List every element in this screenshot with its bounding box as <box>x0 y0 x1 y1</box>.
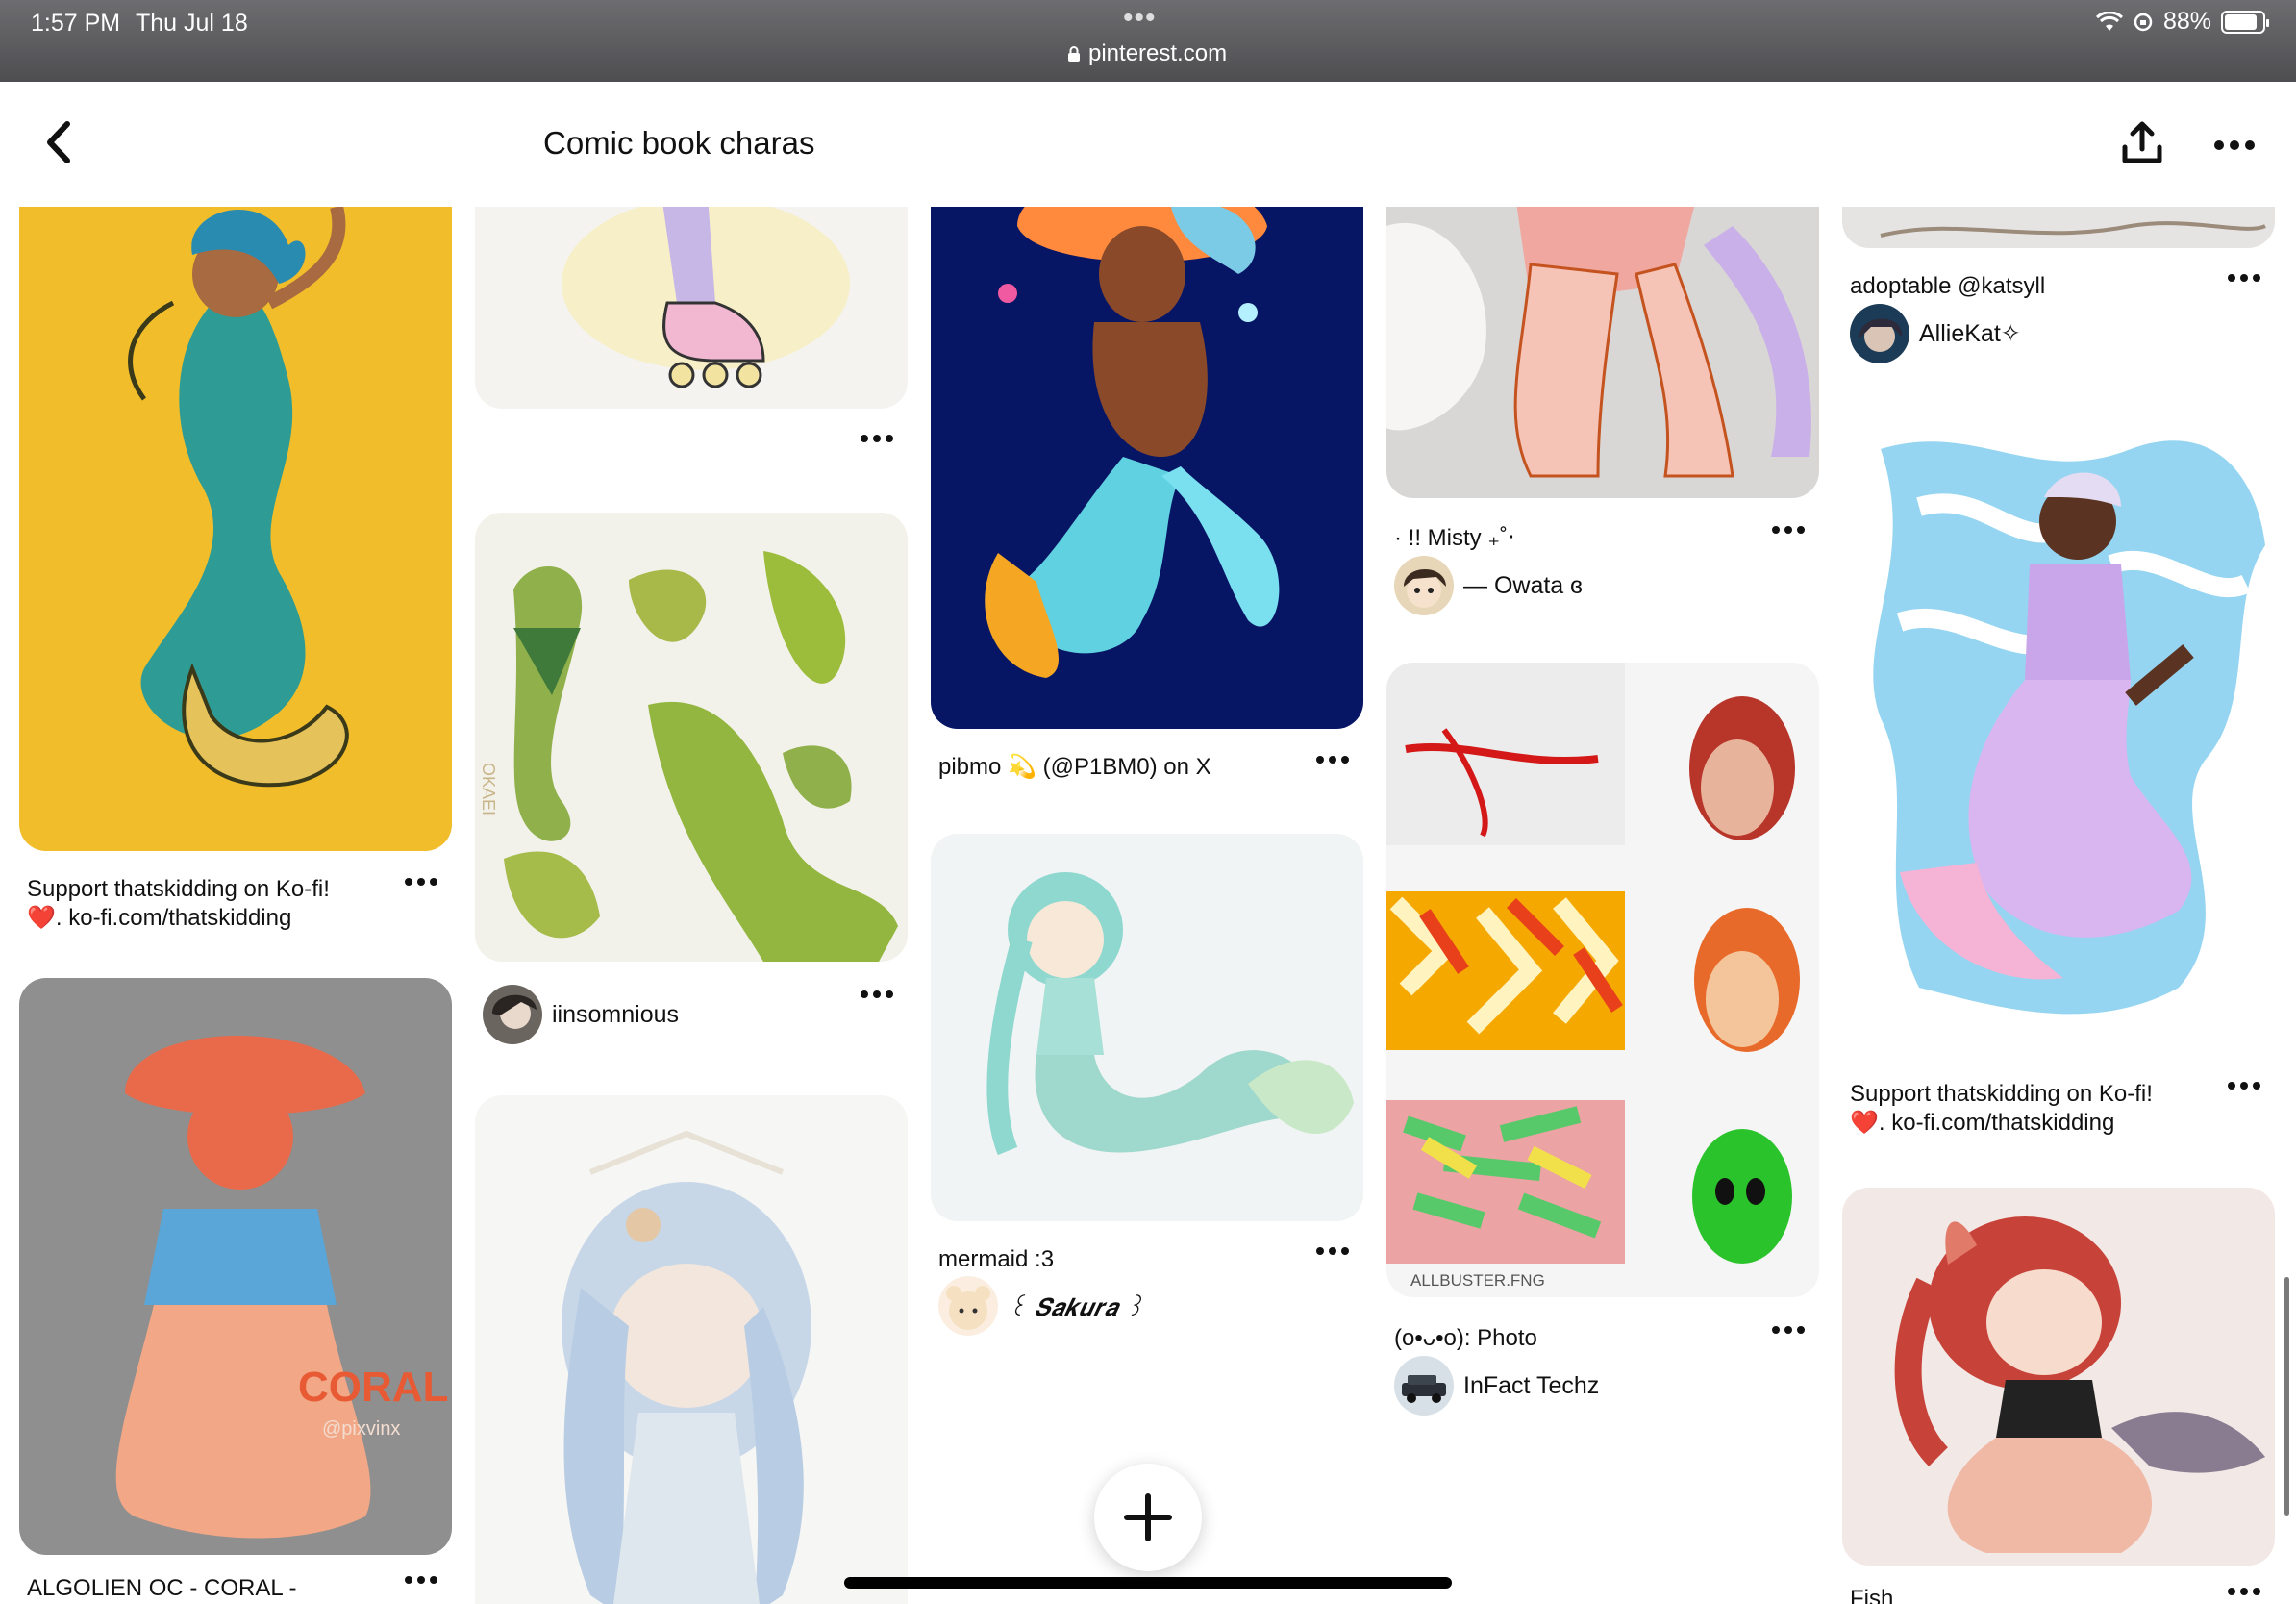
pin-title[interactable]: mermaid :3 <box>938 1245 1313 1274</box>
pin-more-icon[interactable] <box>2225 1076 2263 1095</box>
status-date: Thu Jul 18 <box>136 10 248 37</box>
multitasking-dots-icon[interactable]: ••• <box>1123 2 1157 35</box>
pin-title-line: Fish <box>1850 1586 1894 1604</box>
status-bar: 1:57 PM Thu Jul 18 ••• pinterest.com 88% <box>0 0 2296 82</box>
author-avatar <box>1850 304 1909 363</box>
pin-more-icon[interactable] <box>1313 1241 1352 1261</box>
pin-more-icon[interactable] <box>2225 268 2263 288</box>
pin-title-line: mermaid :3 <box>938 1246 1055 1272</box>
author-avatar <box>938 1276 998 1336</box>
pin-title-line: ❤️. ko-fi.com/thatskidding <box>1850 1110 2115 1136</box>
home-indicator[interactable] <box>844 1577 1452 1589</box>
pin-title-line: ALGOLIEN OC - CORAL - <box>27 1575 297 1601</box>
battery-percent: 88% <box>2162 8 2211 35</box>
pin-title[interactable]: ALGOLIEN OC - CORAL - <box>27 1574 392 1603</box>
pin-more-icon[interactable] <box>1769 520 1808 539</box>
pin-image-mermaid-yellow[interactable] <box>19 207 452 851</box>
pin-more-icon[interactable] <box>1313 750 1352 769</box>
pin-more-icon[interactable] <box>402 872 440 891</box>
pin-title-line: Support thatskidding on Ko-fi! <box>27 876 330 902</box>
pin-image-mint-mermaid[interactable] <box>931 834 1363 1221</box>
url-text: pinterest.com <box>1088 40 1228 66</box>
pin-image-pink-legs[interactable] <box>1386 207 1819 498</box>
author-avatar <box>1394 556 1454 615</box>
artist-tag: OKAEI <box>479 763 498 815</box>
author-avatar <box>1394 1356 1454 1416</box>
status-time: 1:57 PM <box>31 10 121 37</box>
pin-title[interactable]: adoptable @katsyll <box>1850 272 2225 301</box>
pin-more-icon[interactable] <box>1769 1320 1808 1340</box>
pin-title-line: · !! Misty ₊˚‧ <box>1394 525 1515 551</box>
battery-icon <box>2221 10 2269 34</box>
board-header: Comic book charas <box>0 82 2296 207</box>
pin-title[interactable]: · !! Misty ₊˚‧ <box>1394 524 1769 553</box>
pin-image-coral-character[interactable]: CORAL @pixvinx <box>19 978 452 1555</box>
pin-image-mermaid-purple[interactable] <box>1842 411 2275 1055</box>
status-indicators: 88% <box>2095 8 2269 36</box>
orientation-lock-icon <box>2134 13 2153 31</box>
pin-title-line: pibmo 💫 (@P1BM0) on X <box>938 754 1211 780</box>
pin-image-leafy-creatures[interactable]: OKAEI <box>475 513 908 962</box>
pin-grid: Support thatskidding on Ko-fi! ❤️. ko-fi… <box>0 207 2296 1604</box>
pin-title-line: ❤️. ko-fi.com/thatskidding <box>27 905 292 931</box>
artist-tag: @pixvinx <box>322 1418 400 1440</box>
pin-title[interactable]: Support thatskidding on Ko-fi! ❤️. ko-fi… <box>27 875 392 933</box>
pin-author[interactable]: AllieKat✧ <box>1850 304 2021 363</box>
pin-title[interactable]: pibmo 💫 (@P1BM0) on X <box>938 753 1313 782</box>
author-name: — Owata ɞ <box>1463 571 1583 599</box>
add-pin-button[interactable] <box>1094 1464 1202 1571</box>
pin-author[interactable]: iinsomnious <box>483 985 679 1044</box>
lock-icon <box>1068 46 1080 62</box>
pin-more-icon[interactable] <box>858 429 896 448</box>
wifi-icon <box>2095 11 2123 31</box>
more-options-icon[interactable] <box>2211 136 2258 155</box>
back-arrow-icon[interactable] <box>38 118 81 166</box>
scrollbar[interactable] <box>2284 1277 2289 1516</box>
author-name: iinsomnious <box>552 1000 680 1028</box>
page-title: Comic book charas <box>543 125 815 161</box>
url-bar[interactable]: pinterest.com <box>1067 40 1227 67</box>
pin-image-redhead-shark[interactable] <box>1842 1188 2275 1566</box>
pin-author[interactable]: ꒰ 𝑺𝒂𝒌𝒖𝒓𝒂 ꒱ <box>938 1276 1144 1336</box>
pin-image-rollerskate[interactable] <box>475 207 908 409</box>
pin-more-icon[interactable] <box>2225 1582 2263 1601</box>
pin-image-color-collage[interactable]: ALLBUSTER.FNG <box>1386 663 1819 1297</box>
coral-logo-text: CORAL <box>298 1364 448 1411</box>
pin-more-icon[interactable] <box>858 985 896 1004</box>
pin-title[interactable]: (o•ᴗ•o): Photo <box>1394 1324 1769 1353</box>
pin-author[interactable]: InFact Techz <box>1394 1356 1599 1416</box>
author-name: InFact Techz <box>1463 1371 1600 1399</box>
pin-more-icon[interactable] <box>402 1570 440 1590</box>
author-name: ꒰ 𝑺𝒂𝒌𝒖𝒓𝒂 ꒱ <box>1008 1292 1144 1321</box>
pin-title-line: (o•ᴗ•o): Photo <box>1394 1325 1537 1351</box>
pin-title-line: adoptable @katsyll <box>1850 273 2046 299</box>
share-icon[interactable] <box>2119 120 2165 166</box>
pin-image-mermaid-navy[interactable] <box>931 207 1363 729</box>
pin-title-line: Support thatskidding on Ko-fi! <box>1850 1081 2153 1107</box>
author-avatar <box>483 985 542 1044</box>
pin-image-pale-mermaid[interactable] <box>475 1095 908 1604</box>
pin-author[interactable]: — Owata ɞ <box>1394 556 1583 615</box>
plus-icon <box>1124 1493 1172 1541</box>
author-name: AllieKat✧ <box>1919 320 2021 347</box>
pin-image-partial-top[interactable] <box>1842 207 2275 248</box>
pin-title[interactable]: Support thatskidding on Ko-fi! ❤️. ko-fi… <box>1850 1080 2225 1138</box>
pin-title[interactable]: Fish <box>1850 1585 2225 1604</box>
artist-tag: ALLBUSTER.FNG <box>1410 1271 1545 1290</box>
